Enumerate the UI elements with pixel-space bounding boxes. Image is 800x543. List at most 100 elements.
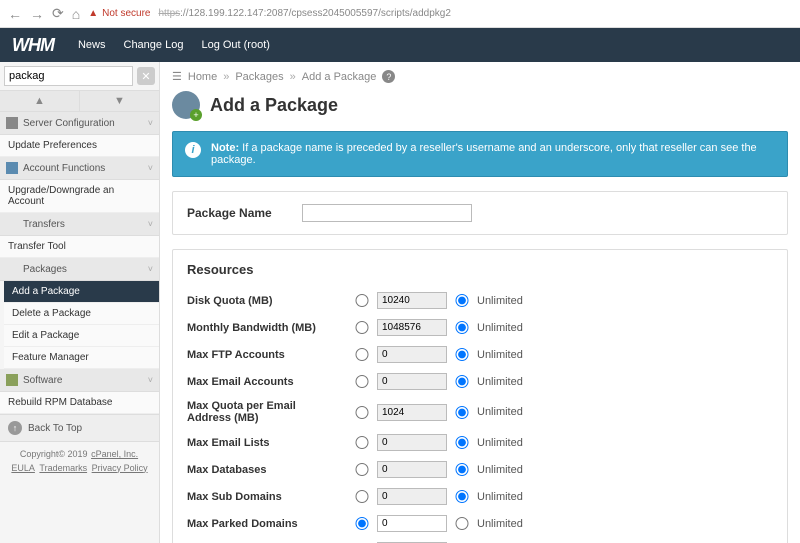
sidebar-item-upgrade[interactable]: Upgrade/Downgrade an Account	[0, 180, 159, 213]
collapse-up-icon[interactable]: ▲	[0, 91, 80, 111]
server-icon	[6, 117, 18, 129]
resource-value-input[interactable]	[377, 404, 447, 421]
breadcrumb: ☰ Home » Packages » Add a Package ?	[172, 70, 788, 83]
resource-row: Max Databases Unlimited	[187, 456, 773, 483]
breadcrumb-sep: »	[290, 71, 296, 83]
package-icon	[6, 263, 18, 275]
add-package-icon	[172, 91, 200, 119]
nav-changelog[interactable]: Change Log	[124, 39, 184, 51]
resource-value-input[interactable]	[377, 292, 447, 309]
sidebar-item-feature-manager[interactable]: Feature Manager	[4, 347, 159, 369]
whm-logo[interactable]: WHM	[12, 35, 54, 56]
account-func-label: Account Functions	[23, 163, 105, 174]
sidebar-group-server-config[interactable]: Server Configuration	[0, 112, 159, 135]
home-icon[interactable]: ⌂	[72, 6, 80, 22]
nav-logout[interactable]: Log Out (root)	[201, 39, 269, 51]
unlimited-radio[interactable]	[455, 321, 469, 334]
resource-value-input[interactable]	[377, 515, 447, 532]
note-body: If a package name is preceded by a resel…	[211, 142, 757, 166]
unlimited-radio[interactable]	[455, 436, 469, 449]
resource-value-input[interactable]	[377, 434, 447, 451]
sidebar-group-software[interactable]: Software	[0, 369, 159, 392]
resource-row: Max Quota per Email Address (MB)Unlimite…	[187, 395, 773, 429]
value-radio[interactable]	[355, 517, 369, 530]
breadcrumb-current: Add a Package	[302, 71, 377, 83]
sidebar-item-add-package[interactable]: Add a Package	[4, 281, 159, 303]
unlimited-label: Unlimited	[477, 491, 523, 503]
sidebar-item-transfer-tool[interactable]: Transfer Tool	[0, 236, 159, 258]
package-name-label: Package Name	[187, 206, 272, 220]
unlimited-label: Unlimited	[477, 376, 523, 388]
content-area: ☰ Home » Packages » Add a Package ? Add …	[160, 62, 800, 543]
user-icon	[6, 162, 18, 174]
breadcrumb-packages[interactable]: Packages	[235, 71, 283, 83]
sidebar-group-transfers[interactable]: Transfers	[0, 213, 159, 236]
unlimited-radio[interactable]	[455, 375, 469, 388]
sidebar-item-update-pref[interactable]: Update Preferences	[0, 135, 159, 157]
resources-heading: Resources	[187, 262, 773, 277]
sidebar-group-packages[interactable]: Packages	[0, 258, 159, 281]
reload-icon[interactable]: ⟳	[52, 5, 64, 22]
note-text: Note: If a package name is preceded by a…	[211, 142, 775, 166]
value-radio[interactable]	[355, 294, 369, 307]
not-secure-label: Not secure	[102, 8, 150, 19]
warning-icon: ▲	[88, 8, 98, 19]
resource-row: Max Parked DomainsUnlimited	[187, 510, 773, 537]
sidebar-item-edit-package[interactable]: Edit a Package	[4, 325, 159, 347]
url-protocol: https	[158, 8, 180, 19]
breadcrumb-home[interactable]: Home	[188, 71, 217, 83]
cpanel-link[interactable]: cPanel, Inc.	[91, 449, 138, 459]
unlimited-radio[interactable]	[455, 463, 469, 476]
sidebar-item-rebuild-rpm[interactable]: Rebuild RPM Database	[0, 392, 159, 414]
collapse-down-icon[interactable]: ▼	[80, 91, 159, 111]
transfers-label: Transfers	[23, 219, 65, 230]
help-icon[interactable]: ?	[382, 70, 395, 83]
resource-label: Max Sub Domains	[187, 491, 347, 503]
resource-label: Monthly Bandwidth (MB)	[187, 322, 347, 334]
value-radio[interactable]	[355, 348, 369, 361]
value-radio[interactable]	[355, 436, 369, 449]
resource-row: Max Email ListsUnlimited	[187, 429, 773, 456]
value-radio[interactable]	[355, 375, 369, 388]
back-to-top-button[interactable]: ↑Back To Top	[0, 414, 159, 442]
unlimited-label: Unlimited	[477, 322, 523, 334]
sidebar-search-input[interactable]	[4, 66, 133, 86]
back-icon[interactable]: ←	[8, 6, 22, 22]
unlimited-radio[interactable]	[455, 348, 469, 361]
resource-value-input[interactable]	[377, 488, 447, 505]
forward-icon[interactable]: →	[30, 6, 44, 22]
resource-value-input[interactable]	[377, 319, 447, 336]
privacy-link[interactable]: Privacy Policy	[92, 463, 148, 473]
back-to-top-label: Back To Top	[28, 423, 82, 434]
value-radio[interactable]	[355, 463, 369, 476]
resource-value-input[interactable]	[377, 346, 447, 363]
menu-toggle-icon[interactable]: ☰	[172, 70, 182, 83]
resource-row: Max Email AccountsUnlimited	[187, 368, 773, 395]
value-radio[interactable]	[355, 490, 369, 503]
resource-label: Max Databases	[187, 464, 347, 476]
unlimited-radio[interactable]	[455, 294, 469, 307]
app-header: WHM News Change Log Log Out (root)	[0, 28, 800, 62]
unlimited-radio[interactable]	[455, 406, 469, 419]
resource-value-input[interactable]	[377, 373, 447, 390]
url-bar[interactable]: https://128.199.122.147:2087/cpsess20450…	[158, 8, 450, 19]
note-label: Note:	[211, 142, 239, 154]
value-radio[interactable]	[355, 321, 369, 334]
resource-value-input[interactable]	[377, 461, 447, 478]
value-radio[interactable]	[355, 406, 369, 419]
package-name-input[interactable]	[302, 204, 472, 222]
browser-toolbar: ← → ⟳ ⌂ ▲ Not secure https://128.199.122…	[0, 0, 800, 28]
eula-link[interactable]: EULA	[11, 463, 35, 473]
trademarks-link[interactable]: Trademarks	[39, 463, 87, 473]
package-name-panel: Package Name	[172, 191, 788, 235]
nav-news[interactable]: News	[78, 39, 106, 51]
unlimited-radio[interactable]	[455, 490, 469, 503]
sidebar-item-delete-package[interactable]: Delete a Package	[4, 303, 159, 325]
clear-search-icon[interactable]: ✕	[137, 67, 155, 85]
unlimited-radio[interactable]	[455, 517, 469, 530]
sidebar-group-account-func[interactable]: Account Functions	[0, 157, 159, 180]
main-layout: ✕ ▲ ▼ Server Configuration Update Prefer…	[0, 62, 800, 543]
packages-label: Packages	[23, 264, 67, 275]
security-warning[interactable]: ▲ Not secure	[88, 8, 150, 19]
unlimited-label: Unlimited	[477, 464, 523, 476]
